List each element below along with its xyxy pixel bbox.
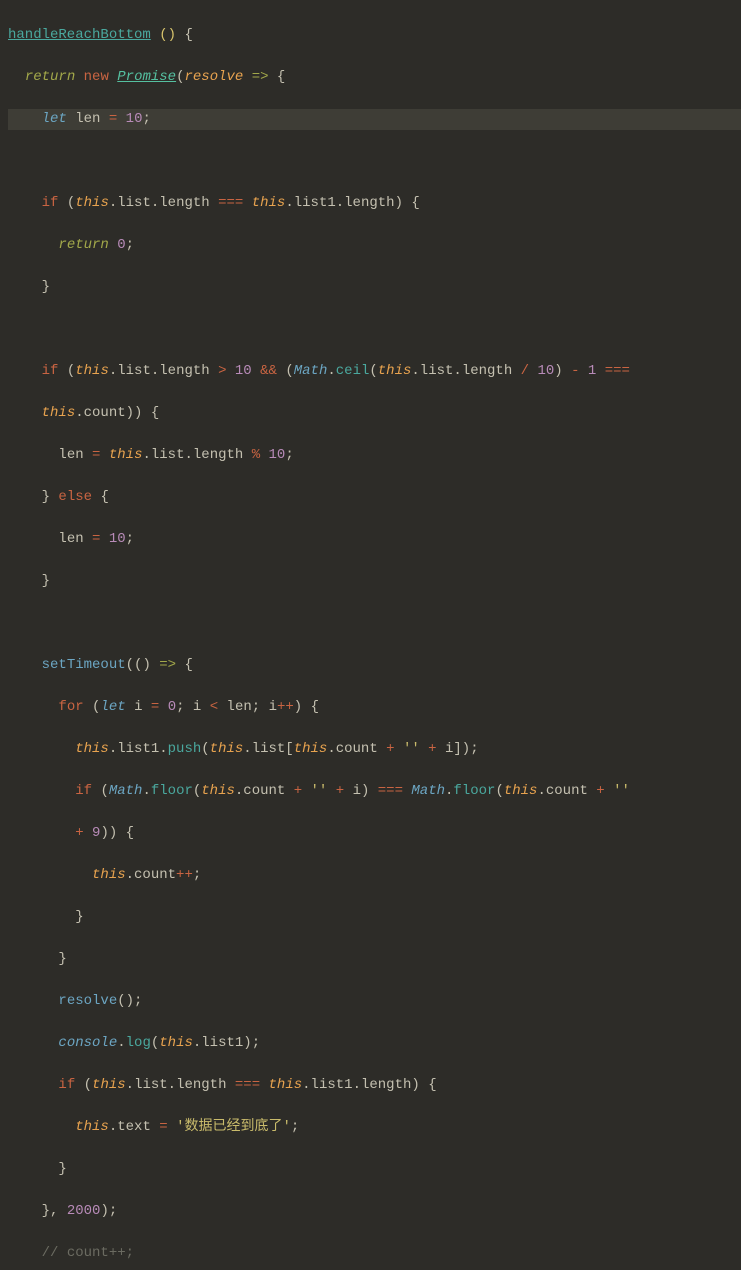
if-keyword: if	[42, 195, 59, 211]
code-editor[interactable]: handleReachBottom () { return new Promis…	[0, 0, 741, 1270]
code-line: this.list1.push(this.list[this.count + '…	[8, 739, 741, 760]
highlighted-line: let len = 10;	[8, 109, 741, 130]
code-line: this.count++;	[8, 865, 741, 886]
code-line: + 9)) {	[8, 823, 741, 844]
settimeout-call: setTimeout	[42, 657, 126, 673]
code-line: resolve();	[8, 991, 741, 1012]
code-line: handleReachBottom () {	[8, 25, 741, 46]
code-line: if (this.list.length === this.list1.leng…	[8, 193, 741, 214]
let-keyword: let	[42, 111, 67, 127]
code-line: return 0;	[8, 235, 741, 256]
code-line: // count++;	[8, 1243, 741, 1264]
code-line: for (let i = 0; i < len; i++) {	[8, 697, 741, 718]
code-line: return new Promise(resolve => {	[8, 67, 741, 88]
math-object: Math	[294, 363, 328, 379]
code-line	[8, 151, 741, 172]
code-line: }	[8, 907, 741, 928]
code-line	[8, 319, 741, 340]
code-line: if (this.list.length === this.list1.leng…	[8, 1075, 741, 1096]
resolve-param: resolve	[184, 69, 243, 85]
return-keyword: return	[25, 69, 75, 85]
code-line: this.text = '数据已经到底了';	[8, 1117, 741, 1138]
code-line: } else {	[8, 487, 741, 508]
code-line: len = 10;	[8, 529, 741, 550]
code-line: }	[8, 949, 741, 970]
code-line: len = this.list.length % 10;	[8, 445, 741, 466]
for-keyword: for	[58, 699, 83, 715]
code-line: }	[8, 1159, 741, 1180]
else-keyword: else	[58, 489, 92, 505]
promise-class: Promise	[117, 69, 176, 85]
code-line: this.count)) {	[8, 403, 741, 424]
console-object: console	[58, 1035, 117, 1051]
code-line: console.log(this.list1);	[8, 1033, 741, 1054]
code-line: if (Math.floor(this.count + '' + i) === …	[8, 781, 741, 802]
function-name: handleReachBottom	[8, 27, 151, 43]
resolve-call: resolve	[58, 993, 117, 1009]
code-line: setTimeout(() => {	[8, 655, 741, 676]
comment-line: // count++;	[42, 1245, 134, 1261]
string-literal: '数据已经到底了'	[176, 1119, 291, 1135]
code-line: if (this.list.length > 10 && (Math.ceil(…	[8, 361, 741, 382]
code-line: }	[8, 277, 741, 298]
code-line: }	[8, 571, 741, 592]
code-line	[8, 613, 741, 634]
new-keyword: new	[84, 69, 109, 85]
code-line: }, 2000);	[8, 1201, 741, 1222]
